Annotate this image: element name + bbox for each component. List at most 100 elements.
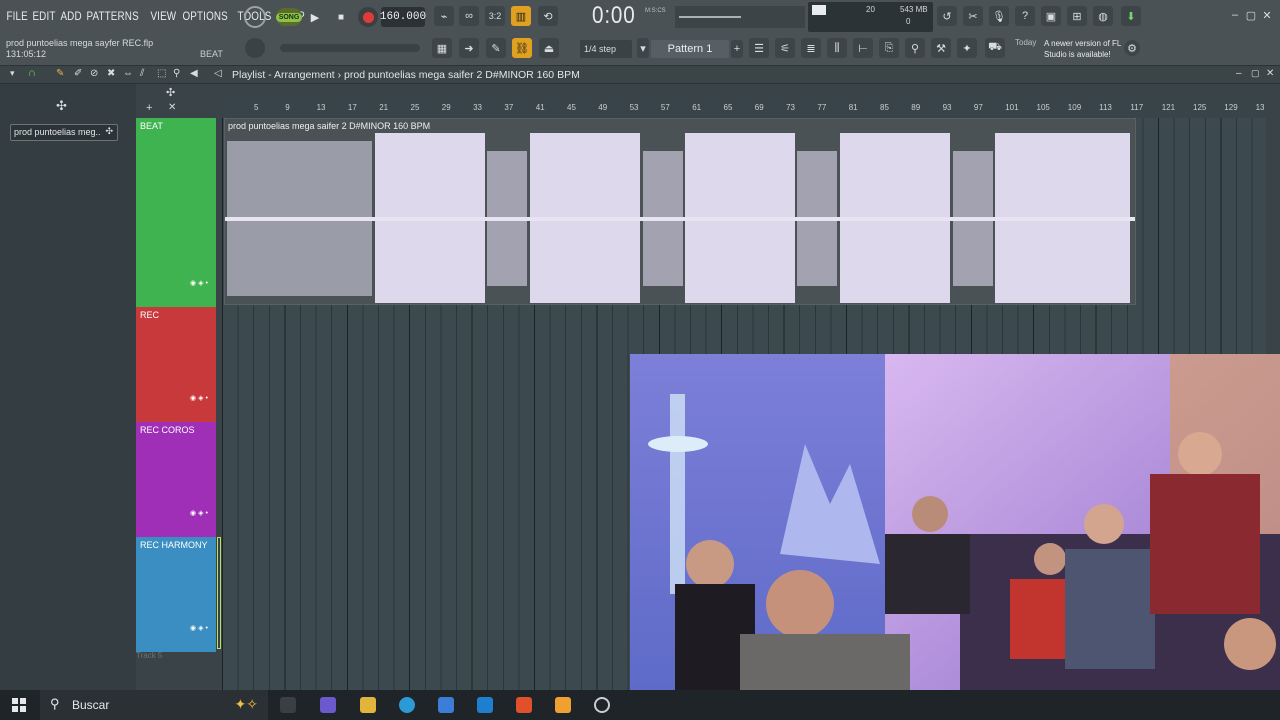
pl-minimize-icon[interactable]: – xyxy=(1236,68,1242,79)
track-rec-harmony-controls[interactable]: ◉◈• xyxy=(190,624,210,632)
link-icon[interactable]: ⛓ xyxy=(512,38,532,58)
pl-close-icon[interactable]: ✕ xyxy=(1266,68,1274,79)
pattern-select[interactable]: Pattern 1 xyxy=(651,40,729,58)
pattern-picker-item[interactable]: prod puntoelias meg.. ✣ xyxy=(10,124,118,141)
task-view-icon[interactable] xyxy=(280,697,296,713)
add-track-icon[interactable]: + xyxy=(146,102,152,114)
pencil-icon[interactable]: ✎ xyxy=(486,38,506,58)
file-explorer-icon[interactable] xyxy=(360,697,376,713)
copilot-icon[interactable] xyxy=(320,697,336,713)
maximize-icon[interactable]: ▢ xyxy=(1244,8,1258,22)
playlist-icon[interactable]: ☰ xyxy=(749,38,769,58)
add-pattern-icon[interactable]: + xyxy=(731,40,743,58)
timeline-ruler[interactable]: 5 9 13 17 21 25 29 33 37 41 45 49 53 57 61 65 69 73 77 81 85… xyxy=(216,98,1266,118)
picker-move-icon[interactable]: ✣ xyxy=(56,98,67,114)
track-rec-harmony[interactable]: REC HARMONY ◉◈• xyxy=(136,537,216,652)
browser-icon[interactable]: ⊢ xyxy=(853,38,873,58)
save-icon[interactable]: ▣ xyxy=(1041,6,1061,26)
piano-icon[interactable]: ▦ xyxy=(432,38,452,58)
blend-notes-icon[interactable]: ▥ xyxy=(511,6,531,26)
menu-view[interactable]: VIEW xyxy=(148,6,179,26)
playback-tool-icon[interactable]: ◀ xyxy=(190,68,198,79)
mail-icon[interactable] xyxy=(477,697,493,713)
song-time-display[interactable]: 0:00 xyxy=(592,2,636,30)
project-icon[interactable]: ⎘ xyxy=(879,38,899,58)
plugin-icon[interactable]: ⚲ xyxy=(905,38,925,58)
menu-file[interactable]: FILE xyxy=(4,6,30,26)
play-button[interactable]: ▶ xyxy=(306,8,324,26)
windows-start-icon[interactable] xyxy=(12,698,26,712)
mixer-icon[interactable]: ⊞ xyxy=(1067,6,1087,26)
menu-add[interactable]: ADD xyxy=(58,6,84,26)
chat-icon[interactable]: ◍ xyxy=(1093,6,1113,26)
slice-tool-icon[interactable]: ⫽ xyxy=(140,68,144,79)
menu-options[interactable]: OPTIONS xyxy=(180,6,230,26)
playlist-title: Playlist - Arrangement › prod puntoelias… xyxy=(232,69,580,81)
news-gear-icon[interactable]: ⚙ xyxy=(1124,40,1140,56)
playlist-arrow-icon[interactable]: ◁ xyxy=(214,68,222,79)
track-rec-coros-controls[interactable]: ◉◈• xyxy=(190,509,210,517)
song-mode-toggle[interactable]: SONG xyxy=(275,8,303,26)
select-tool-icon[interactable]: ⬚ xyxy=(157,68,166,79)
download-icon[interactable]: ⬇ xyxy=(1121,6,1141,26)
brave-icon[interactable] xyxy=(516,697,532,713)
sparkle-icon: ✦✧ xyxy=(234,696,258,712)
track-rec-coros[interactable]: REC COROS ◉◈• xyxy=(136,422,216,537)
wait-input-icon[interactable]: ∞ xyxy=(459,6,479,26)
delete-tool-icon[interactable]: ⊘ xyxy=(90,68,98,79)
snap-step-select[interactable]: 1/4 step xyxy=(580,40,632,58)
mute-tool-icon[interactable]: ✖ xyxy=(107,68,115,79)
webcam-image xyxy=(630,354,1280,690)
cut-icon[interactable]: ✂ xyxy=(963,6,983,26)
audio-clip-beat[interactable]: prod puntoelias mega saifer 2 D#MINOR 16… xyxy=(224,118,1136,305)
track-beat-controls[interactable]: ◉◈• xyxy=(190,279,210,287)
pitch-knob[interactable] xyxy=(245,38,265,58)
slip-tool-icon[interactable]: ⇔ xyxy=(123,68,133,79)
remove-track-icon[interactable]: ✕ xyxy=(168,102,176,113)
master-volume-knob[interactable] xyxy=(244,6,266,28)
undo-icon[interactable]: ↺ xyxy=(937,6,957,26)
channel-rack-icon[interactable]: ≣ xyxy=(801,38,821,58)
close-icon[interactable]: ✕ xyxy=(1260,8,1274,22)
zoom-tool-icon[interactable]: ⚲ xyxy=(173,68,180,79)
time-unit: M:S:CS xyxy=(645,8,666,14)
cart-icon[interactable]: ⛟ xyxy=(985,38,1005,58)
track-beat[interactable]: BEAT ◉◈• xyxy=(136,118,216,307)
mixer2-icon[interactable]: ⫼ xyxy=(827,38,847,58)
options-arrow-icon[interactable]: ▾ xyxy=(10,68,15,79)
taskbar-search[interactable]: ⚲ Buscar ✦✧ xyxy=(40,690,268,720)
brush-tool-icon[interactable]: ✐ xyxy=(74,68,82,79)
record-button[interactable] xyxy=(358,7,378,27)
metronome-icon[interactable]: ⌁ xyxy=(434,6,454,26)
store-icon[interactable] xyxy=(438,697,454,713)
news-text[interactable]: A newer version of FL Studio is availabl… xyxy=(1044,38,1134,60)
pl-maximize-icon[interactable]: ▢ xyxy=(1251,68,1260,79)
arrow-icon[interactable]: ➜ xyxy=(459,38,479,58)
pattern-drag-icon[interactable]: ✣ xyxy=(105,126,113,137)
obs-icon[interactable] xyxy=(594,697,610,713)
track-move-icon[interactable]: ✣ xyxy=(166,86,175,99)
minimize-icon[interactable]: – xyxy=(1228,8,1242,22)
microphone-icon[interactable]: 🎙 xyxy=(989,6,1009,26)
help-icon[interactable]: ? xyxy=(1015,6,1035,26)
tools-icon[interactable]: ⚒ xyxy=(931,38,951,58)
metronome2-icon[interactable]: ⏏ xyxy=(539,38,559,58)
magnet-icon[interactable]: ∩ xyxy=(28,67,36,79)
track-rec-controls[interactable]: ◉◈• xyxy=(190,394,210,402)
track-rec[interactable]: REC ◉◈• xyxy=(136,307,216,422)
ruler-tick: 5 xyxy=(254,103,259,112)
tempo-display[interactable]: 160.000 xyxy=(380,7,426,27)
edge-icon[interactable] xyxy=(399,697,415,713)
menu-patterns[interactable]: PATTERNS xyxy=(84,6,141,26)
menu-edit[interactable]: EDIT xyxy=(30,6,58,26)
loop-record-icon[interactable]: ⟲ xyxy=(538,6,558,26)
fl-studio-window: FILE EDIT ADD PATTERNS VIEW OPTIONS TOOL… xyxy=(0,0,1280,720)
countdown-icon[interactable]: 3:2 xyxy=(485,6,505,26)
fl-studio-taskbar-icon[interactable] xyxy=(555,697,571,713)
piano-roll-icon[interactable]: ⚟ xyxy=(775,38,795,58)
hint-icon[interactable]: ✦ xyxy=(957,38,977,58)
stop-button[interactable]: ■ xyxy=(332,8,350,26)
memory-value: 543 MB xyxy=(900,5,928,14)
pencil-tool-icon[interactable]: ✎ xyxy=(56,68,64,79)
pattern-dropdown-icon[interactable]: ▾ xyxy=(637,38,649,58)
